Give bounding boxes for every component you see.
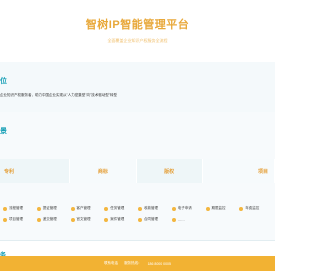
bullet-dot-icon <box>36 206 41 211</box>
category-card-patent[interactable]: 专利 <box>0 159 71 183</box>
feature-item-more[interactable]: …… <box>171 217 206 222</box>
section-divider <box>0 240 275 241</box>
service-category-cards: 专利 商标 版权 项目 <box>0 159 275 183</box>
footer-phone[interactable]: 186 8000 0005 <box>148 262 171 266</box>
bullet-dot-icon <box>36 217 41 222</box>
footer-bar: 联系电话 服务热线： 186 8000 0005 <box>0 256 275 271</box>
footer-company: 联系电话 <box>104 261 119 265</box>
bullet-dot-icon <box>104 217 109 222</box>
mission-heading: 位 <box>0 78 7 85</box>
feature-item[interactable]: 合同管理 <box>138 217 172 222</box>
bullet-dot-icon <box>3 206 7 211</box>
bullet-dot-icon <box>70 217 75 222</box>
feature-item[interactable]: 流程管理 <box>3 206 37 211</box>
category-card-label: 专利 <box>4 168 15 175</box>
feature-item[interactable]: 电子申请 <box>171 206 206 211</box>
category-card-copyright[interactable]: 版权 <box>136 159 203 183</box>
category-card-trademark[interactable]: 商标 <box>70 159 137 183</box>
bullet-dot-icon <box>104 206 109 211</box>
feature-item[interactable]: 官文管理 <box>70 217 105 222</box>
bullet-dot-icon <box>3 217 7 222</box>
category-card-label: 商标 <box>97 168 108 175</box>
category-card-label: 版权 <box>164 168 175 175</box>
bullet-dot-icon <box>171 206 176 211</box>
mission-section <box>0 62 275 112</box>
feature-item[interactable]: 收款管理 <box>138 206 172 211</box>
bullet-dot-icon <box>205 206 210 211</box>
bullet-dot-icon <box>138 206 142 211</box>
feature-item[interactable]: 递交管理 <box>36 217 71 222</box>
footer-phone-label: 服务热线： <box>124 261 142 265</box>
feature-item[interactable]: 项目管理 <box>3 217 37 222</box>
bullet-dot-icon <box>138 217 142 222</box>
service-feature-list: 流程管理 提证管理 客户管理 任务管理 收款管理 电子申请 期限监控 年费监控 … <box>3 206 273 222</box>
bullet-dot-icon <box>70 206 75 211</box>
category-card-label: 项目 <box>257 168 268 175</box>
page-header: 智树IP智能管理平台 全面覆盖企业知识产权服务全流程 <box>0 0 275 62</box>
services-heading: 景 <box>0 128 7 135</box>
bullet-dot-icon <box>171 217 176 222</box>
feature-item[interactable]: 提证管理 <box>36 206 71 211</box>
page-subtitle: 全面覆盖企业知识产权服务全流程 <box>107 38 168 43</box>
feature-item[interactable]: 年费监控 <box>239 206 273 211</box>
bullet-dot-icon <box>239 206 244 211</box>
feature-item[interactable]: 期限监控 <box>205 206 240 211</box>
feature-item[interactable]: 客户管理 <box>70 206 105 211</box>
page-title: 智树IP智能管理平台 <box>85 19 190 31</box>
mission-text: 企业知识产权服务者，助力中国企业实现从"人力密集型"向"技术驱动型"转型 <box>0 93 117 97</box>
feature-item[interactable]: 案件管理 <box>104 217 138 222</box>
category-card-project[interactable]: 项目 <box>202 159 275 183</box>
feature-item[interactable]: 任务管理 <box>104 206 138 211</box>
